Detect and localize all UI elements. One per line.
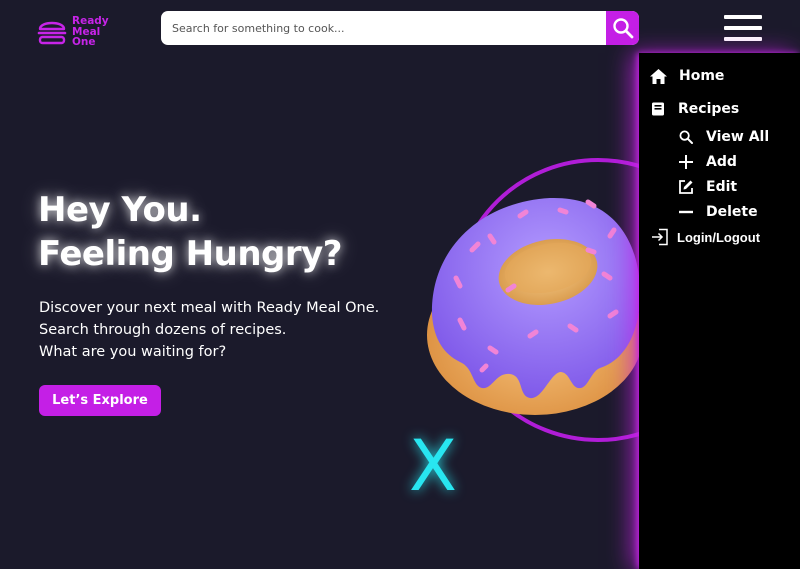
search-bar xyxy=(161,11,639,45)
hero-description-line: Discover your next meal with Ready Meal … xyxy=(39,300,380,316)
hamburger-bar xyxy=(724,15,762,19)
menu-item-label: Add xyxy=(706,154,737,170)
hero-title-line: Hey You. xyxy=(38,190,202,230)
menu-item-login-logout[interactable]: Login/Logout xyxy=(651,228,760,246)
menu-item-label: Home xyxy=(679,68,725,84)
book-icon xyxy=(652,102,664,116)
home-icon xyxy=(650,68,667,84)
burger-icon xyxy=(37,21,67,45)
minus-icon xyxy=(679,210,693,214)
close-icon[interactable]: X xyxy=(404,428,462,498)
menu-item-label: View All xyxy=(706,129,770,145)
plus-icon xyxy=(679,155,693,169)
explore-button[interactable]: Let’s Explore xyxy=(39,385,161,416)
side-menu: Home Recipes View All Add Edit Delete Lo… xyxy=(639,53,800,569)
close-glyph: X xyxy=(409,428,457,498)
edit-icon xyxy=(679,180,693,194)
hero-title: Hey You. Feeling Hungry? xyxy=(38,188,343,276)
menu-item-edit[interactable]: Edit xyxy=(678,179,737,195)
menu-item-label: Recipes xyxy=(678,101,740,117)
brand-name-line: One xyxy=(72,36,96,49)
menu-item-home[interactable]: Home xyxy=(650,68,724,84)
hero-description-line: What are you waiting for? xyxy=(39,344,227,360)
hero-title-line: Feeling Hungry? xyxy=(38,234,343,274)
menu-item-label: Delete xyxy=(706,204,758,220)
hero-description: Discover your next meal with Ready Meal … xyxy=(39,297,379,363)
hero-description-line: Search through dozens of recipes. xyxy=(39,322,287,338)
search-icon xyxy=(612,18,633,39)
brand-logo[interactable]: Ready Meal One xyxy=(36,16,109,48)
menu-item-add[interactable]: Add xyxy=(678,154,737,170)
brand-name: Ready Meal One xyxy=(72,16,109,48)
menu-item-recipes[interactable]: Recipes xyxy=(651,101,739,117)
menu-item-label: Login/Logout xyxy=(677,229,761,245)
search-input[interactable] xyxy=(161,11,606,45)
hamburger-bar xyxy=(724,37,762,41)
search-button[interactable] xyxy=(606,11,639,45)
login-icon xyxy=(652,228,668,246)
menu-item-view-all[interactable]: View All xyxy=(679,129,769,145)
hamburger-icon[interactable] xyxy=(724,15,762,41)
hamburger-bar xyxy=(724,26,762,30)
menu-item-delete[interactable]: Delete xyxy=(678,204,758,220)
donut-illustration xyxy=(427,158,640,442)
search-icon xyxy=(679,130,693,144)
menu-item-label: Edit xyxy=(706,179,738,195)
